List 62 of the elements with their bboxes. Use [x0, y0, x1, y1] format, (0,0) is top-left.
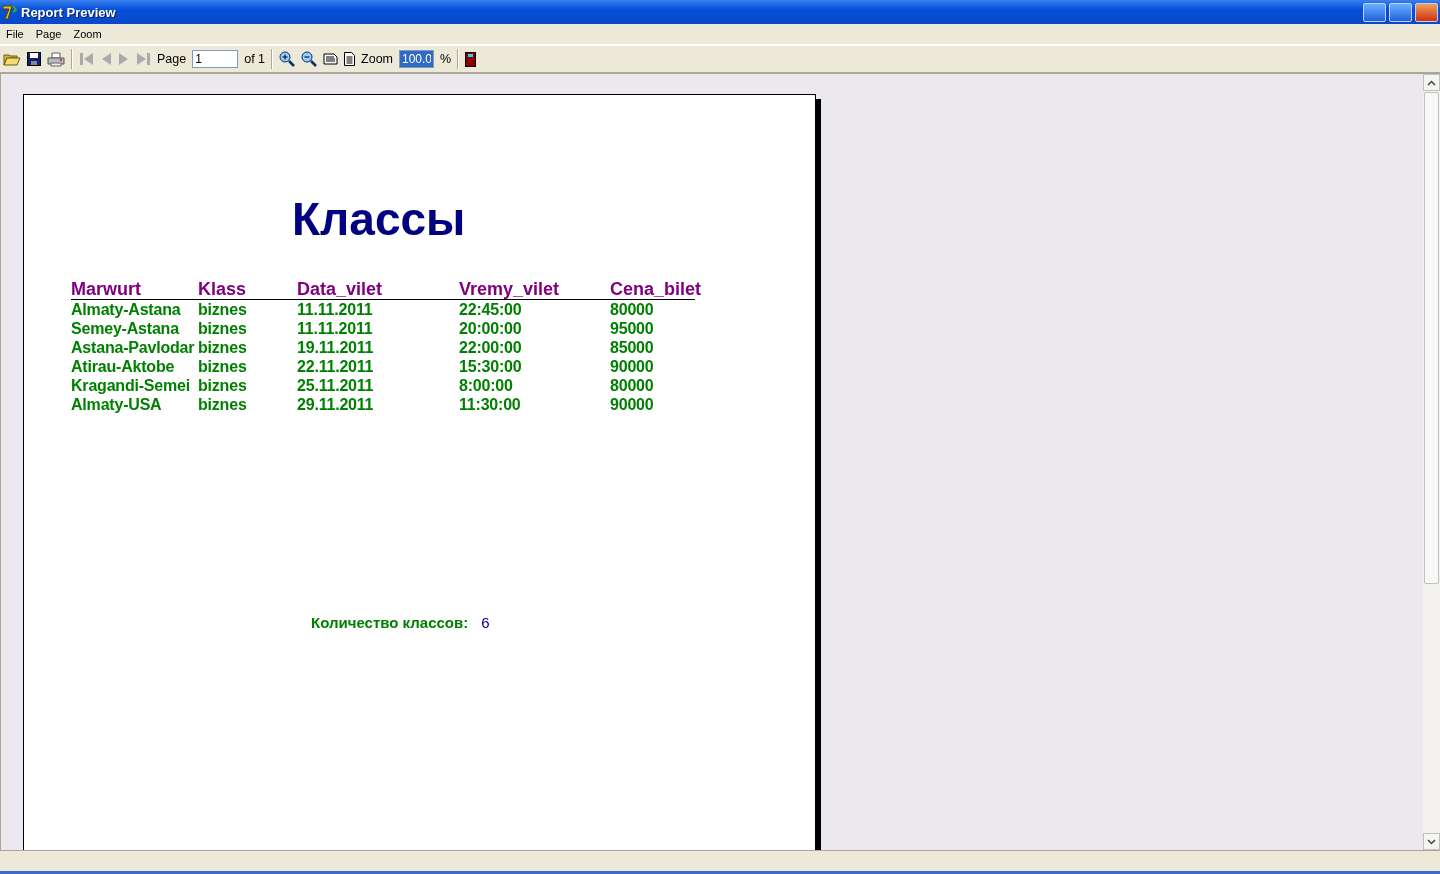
table-cell-text: biznes — [198, 376, 248, 395]
table-cell-text: 90000 — [610, 395, 655, 414]
table-cell-text: biznes — [198, 300, 248, 319]
summary-value: 6 — [481, 614, 490, 631]
page-count: of 1 — [244, 52, 266, 66]
zoom-in-icon[interactable] — [279, 51, 296, 67]
column-header: Data_vilet — [297, 279, 384, 299]
table-cell-text: 19.11.2011 — [297, 338, 375, 357]
table-cell-text: biznes — [198, 338, 248, 357]
table-cell-text: Atirau-Aktobe — [71, 357, 176, 376]
window-title: Report Preview — [21, 4, 117, 20]
percent-sign: % — [440, 52, 452, 66]
page-number-field[interactable]: 1 — [192, 50, 239, 68]
report-title: Классы — [291, 192, 467, 247]
table-cell-text: Kragandi-Semei — [71, 376, 191, 395]
door-icon[interactable] — [465, 51, 477, 67]
table-cell-text: 11.11.2011 — [297, 300, 374, 319]
menu-item[interactable]: File — [0, 28, 30, 40]
column-header: Klass — [198, 279, 248, 299]
table-cell-text: 80000 — [610, 376, 655, 395]
table-cell-text: biznes — [198, 395, 248, 414]
table-cell-text: 22:00:00 — [459, 338, 523, 357]
table-cell-text: 25.11.2011 — [297, 376, 375, 395]
table-cell-text: Semey-Astana — [71, 319, 181, 338]
scrollbar-thumb[interactable] — [1424, 92, 1439, 584]
app-logo-icon — [2, 4, 18, 20]
column-header: Vremy_vilet — [459, 279, 561, 299]
table-cell-text: 22.11.2011 — [297, 357, 375, 376]
table-cell-text: 90000 — [610, 357, 655, 376]
zoom-label: Zoom — [361, 52, 393, 66]
table-cell-text: 8:00:00 — [459, 376, 514, 395]
table-cell-text: 11.11.2011 — [297, 319, 374, 338]
table-cell-text: Almaty-USA — [71, 395, 163, 414]
table-cell-text: 15:30:00 — [459, 357, 523, 376]
close-button[interactable] — [1415, 2, 1438, 22]
table-cell-text: Almaty-Astana — [71, 300, 182, 319]
menu-item[interactable]: Zoom — [67, 28, 108, 40]
zoom-field[interactable]: 100.0 — [399, 50, 434, 68]
scroll-up-icon[interactable] — [1423, 74, 1440, 91]
table-cell-text: 20:00:00 — [459, 319, 523, 338]
page-label: Page — [157, 52, 187, 66]
column-header: Cena_bilet — [610, 279, 703, 299]
table-cell-text: Astana-Pavlodar — [71, 338, 196, 357]
maximize-button[interactable] — [1389, 2, 1412, 22]
summary-label: Количество классов: — [311, 614, 469, 631]
zoom-out-icon[interactable] — [301, 51, 318, 67]
table-cell-text: 95000 — [610, 319, 655, 338]
menu-item[interactable]: Page — [29, 28, 68, 40]
table-cell-text: 11:30:00 — [459, 395, 522, 414]
table-cell-text: 80000 — [610, 300, 655, 319]
column-header: Marwurt — [71, 279, 142, 299]
table-cell-text: biznes — [198, 319, 248, 338]
table-cell-text: 29.11.2011 — [297, 395, 375, 414]
table-cell-text: 22:45:00 — [459, 300, 523, 319]
whole-page-icon[interactable] — [344, 52, 356, 66]
table-cell-text: biznes — [198, 357, 248, 376]
folder-icon[interactable] — [3, 52, 21, 66]
scroll-down-icon[interactable] — [1423, 833, 1440, 850]
page-width-icon[interactable] — [323, 53, 339, 65]
minimize-button[interactable] — [1363, 2, 1386, 22]
table-cell-text: 85000 — [610, 338, 655, 357]
printer-icon[interactable] — [47, 51, 65, 67]
